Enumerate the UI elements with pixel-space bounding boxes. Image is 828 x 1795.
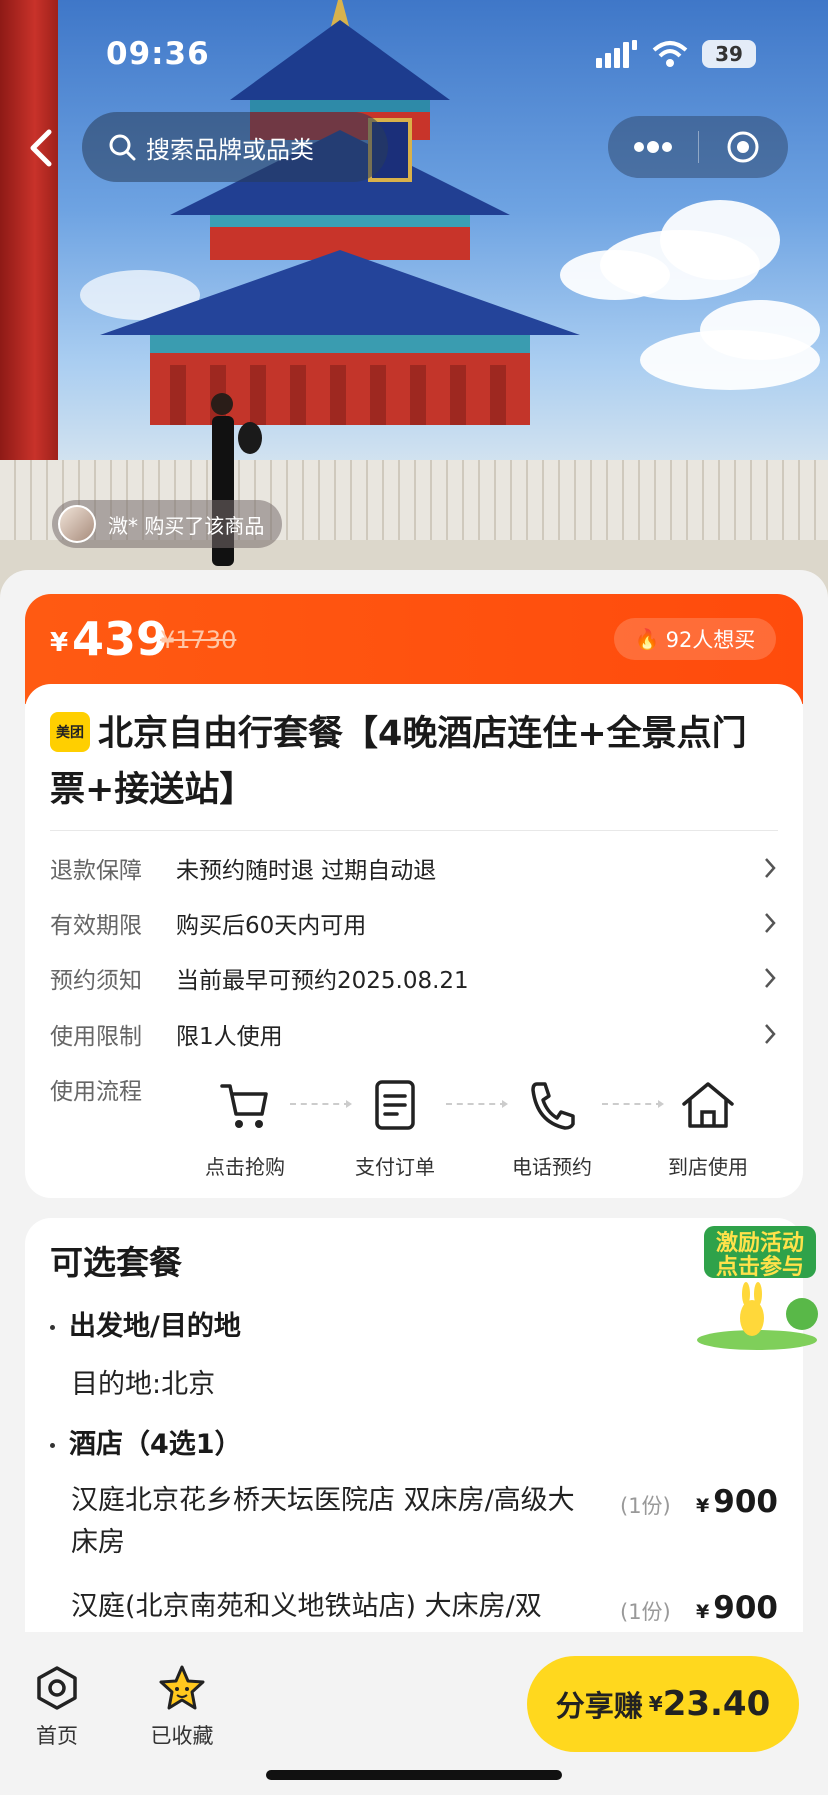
hotel-heading: 酒店（4选1） (50, 1422, 242, 1461)
share-earn-button[interactable]: 分享赚 ¥ 23.40 (527, 1656, 799, 1752)
flow-step-call: 电话预约 (492, 1075, 612, 1180)
info-row-refund[interactable]: 退款保障 未预约随时退 过期自动退 (50, 848, 780, 888)
price-currency: ¥ (50, 628, 69, 658)
flame-icon: 🔥 (634, 627, 660, 651)
chevron-left-icon (30, 129, 52, 167)
search-icon (109, 134, 136, 161)
incentive-activity-badge[interactable]: 激励活动 点击参与 (692, 1222, 822, 1352)
recent-buyer-chip: 溦* 购买了该商品 (52, 500, 283, 548)
miniapp-capsule (608, 116, 788, 178)
home-indicator (266, 1770, 562, 1780)
divider (50, 830, 778, 831)
search-bar[interactable]: 搜索品牌或品类 (82, 112, 388, 182)
phone-icon (531, 1082, 575, 1130)
wifi-icon (652, 41, 688, 67)
search-placeholder: 搜索品牌或品类 (146, 135, 314, 164)
tab-favorites[interactable]: 已收藏 (142, 1664, 222, 1750)
flow-step-buy: 点击抢购 (185, 1075, 305, 1180)
hotel-option-name: 汉庭北京花乡桥天坛医院店 双床房/高级大床房 (71, 1485, 575, 1558)
battery-indicator: 39 (702, 40, 756, 68)
avatar (58, 505, 96, 543)
info-row-usage-limit[interactable]: 使用限制 限1人使用 (50, 1014, 780, 1054)
svg-text:激励活动: 激励活动 (716, 1230, 804, 1256)
more-button[interactable] (608, 116, 698, 178)
chevron-right-icon (765, 1024, 776, 1044)
current-price: 439 (72, 612, 169, 666)
flow-label: 使用流程 (50, 1079, 142, 1105)
signal-icon (596, 40, 637, 68)
tab-home[interactable]: 首页 (17, 1664, 97, 1750)
back-button[interactable] (20, 124, 60, 172)
meituan-badge: 美团 (50, 712, 90, 752)
home-tab-icon (37, 1666, 77, 1710)
home-icon (682, 1082, 734, 1128)
hotel-option-price: ¥900 (696, 1590, 778, 1626)
destination-text: 目的地:北京 (71, 1369, 216, 1400)
hotel-option-qty: (1份) (620, 1494, 671, 1518)
flow-step-visit: 到店使用 (648, 1075, 768, 1180)
status-time: 09:36 (106, 36, 210, 72)
want-count-badge: 🔥 92人想买 (614, 618, 776, 660)
flow-step-pay: 支付订单 (335, 1075, 455, 1180)
hotel-option-price: ¥900 (696, 1484, 778, 1520)
buyer-notice-text: 溦* 购买了该商品 (108, 513, 265, 538)
status-icons: 39 (596, 40, 756, 68)
origin-destination-heading: 出发地/目的地 (50, 1304, 241, 1343)
packages-title: 可选套餐 (50, 1243, 182, 1282)
document-icon (375, 1080, 415, 1130)
close-miniapp-button[interactable] (699, 116, 789, 178)
info-row-booking[interactable]: 预约须知 当前最早可预约2025.08.21 (50, 958, 780, 998)
target-circle-icon (727, 131, 759, 163)
original-price: ¥1730 (160, 626, 237, 654)
star-face-icon (159, 1665, 205, 1710)
chevron-right-icon (765, 913, 776, 933)
hotel-option-name: 汉庭(北京南苑和义地铁站店) 大床房/双 (71, 1591, 542, 1622)
svg-text:点击参与: 点击参与 (716, 1254, 804, 1280)
info-row-validity[interactable]: 有效期限 购买后60天内可用 (50, 903, 780, 943)
chevron-right-icon (765, 968, 776, 988)
cart-icon (220, 1084, 268, 1128)
product-title: 北京自由行套餐【4晚酒店连住+全景点门票+接送站】 (50, 714, 747, 810)
more-dots-icon (633, 141, 672, 153)
hotel-option-qty: (1份) (620, 1600, 671, 1624)
chevron-right-icon (765, 858, 776, 878)
